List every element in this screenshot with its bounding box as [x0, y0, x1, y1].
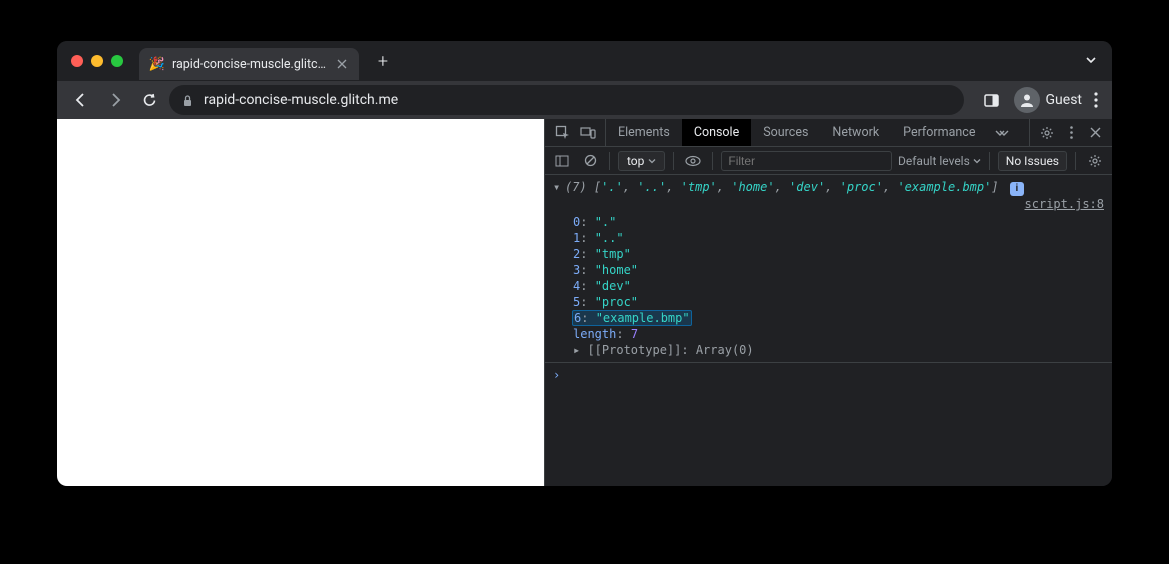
devtools-panel: Elements Console Sources Network Perform…: [544, 119, 1112, 486]
array-entries: 0: "."1: ".."2: "tmp"3: "home"4: "dev"5:…: [545, 214, 1112, 326]
log-levels-selector[interactable]: Default levels: [898, 154, 981, 168]
array-item[interactable]: 5: "proc": [573, 294, 1112, 310]
forward-button[interactable]: [101, 86, 129, 114]
tab-console[interactable]: Console: [682, 119, 751, 146]
tab-bar: 🎉 rapid-concise-muscle.glitch.me +: [57, 41, 1112, 81]
browser-window: 🎉 rapid-concise-muscle.glitch.me + rapid…: [57, 41, 1112, 486]
page-viewport[interactable]: [57, 119, 544, 486]
reload-button[interactable]: [135, 86, 163, 114]
lock-icon: [181, 94, 194, 107]
console-toolbar: top Default levels No Issues: [545, 147, 1112, 175]
new-tab-button[interactable]: +: [369, 47, 397, 75]
tab-favicon-icon: 🎉: [149, 56, 165, 72]
array-item[interactable]: 6: "example.bmp": [573, 310, 1112, 326]
context-label: top: [627, 154, 644, 168]
inspect-element-icon[interactable]: [551, 122, 573, 144]
settings-icon[interactable]: [1036, 122, 1058, 144]
more-tabs-icon[interactable]: [991, 122, 1013, 144]
browser-tab[interactable]: 🎉 rapid-concise-muscle.glitch.me: [139, 48, 359, 80]
browser-menu-button[interactable]: [1090, 92, 1102, 108]
chevron-down-icon: [973, 157, 981, 165]
devtools-menu-icon[interactable]: [1060, 122, 1082, 144]
log-entry[interactable]: ▾ (7) ['.', '..', 'tmp', 'home', 'dev', …: [545, 179, 1112, 214]
clear-console-icon[interactable]: [579, 150, 601, 172]
tab-search-button[interactable]: [1084, 53, 1098, 67]
maximize-window-button[interactable]: [111, 55, 123, 67]
device-toolbar-icon[interactable]: [577, 122, 599, 144]
console-output: ▾ (7) ['.', '..', 'tmp', 'home', 'dev', …: [545, 175, 1112, 486]
devtools-tab-bar: Elements Console Sources Network Perform…: [545, 119, 1112, 147]
content-area: Elements Console Sources Network Perform…: [57, 119, 1112, 486]
profile-label: Guest: [1046, 92, 1082, 108]
chevron-down-icon: [648, 157, 656, 165]
tab-title: rapid-concise-muscle.glitch.me: [172, 57, 328, 72]
array-item[interactable]: 3: "home": [573, 262, 1112, 278]
array-item[interactable]: 4: "dev": [573, 278, 1112, 294]
close-devtools-icon[interactable]: [1084, 122, 1106, 144]
address-bar[interactable]: rapid-concise-muscle.glitch.me: [169, 85, 964, 115]
tab-performance[interactable]: Performance: [891, 119, 987, 146]
avatar-icon: [1014, 87, 1040, 113]
close-window-button[interactable]: [71, 55, 83, 67]
profile-button[interactable]: Guest: [1014, 87, 1082, 113]
info-badge-icon[interactable]: i: [1010, 182, 1024, 196]
tab-elements[interactable]: Elements: [606, 119, 682, 146]
issues-button[interactable]: No Issues: [998, 151, 1067, 171]
array-length: length: 7: [573, 326, 1112, 342]
source-link[interactable]: script.js:8: [1025, 196, 1104, 212]
toolbar: rapid-concise-muscle.glitch.me Guest: [57, 81, 1112, 119]
array-prototype[interactable]: ▸ [[Prototype]]: Array(0): [573, 342, 1112, 358]
console-prompt[interactable]: ›: [545, 362, 1112, 387]
window-controls: [71, 55, 123, 67]
tab-sources[interactable]: Sources: [751, 119, 820, 146]
tab-network[interactable]: Network: [820, 119, 891, 146]
array-preview: ['.', '..', 'tmp', 'home', 'dev', 'proc'…: [594, 180, 999, 194]
side-panel-button[interactable]: [978, 86, 1006, 114]
minimize-window-button[interactable]: [91, 55, 103, 67]
console-settings-icon[interactable]: [1084, 150, 1106, 172]
close-tab-icon[interactable]: [335, 57, 349, 71]
array-item[interactable]: 0: ".": [573, 214, 1112, 230]
url-text: rapid-concise-muscle.glitch.me: [204, 92, 398, 108]
levels-label: Default levels: [898, 154, 970, 168]
filter-input[interactable]: [721, 151, 892, 171]
live-expression-icon[interactable]: [682, 150, 704, 172]
array-item[interactable]: 1: "..": [573, 230, 1112, 246]
context-selector[interactable]: top: [618, 151, 665, 171]
caret-down-icon[interactable]: ▾: [553, 179, 565, 212]
toggle-sidebar-icon[interactable]: [551, 150, 573, 172]
array-item[interactable]: 2: "tmp": [573, 246, 1112, 262]
array-count: (7): [565, 180, 587, 194]
back-button[interactable]: [67, 86, 95, 114]
